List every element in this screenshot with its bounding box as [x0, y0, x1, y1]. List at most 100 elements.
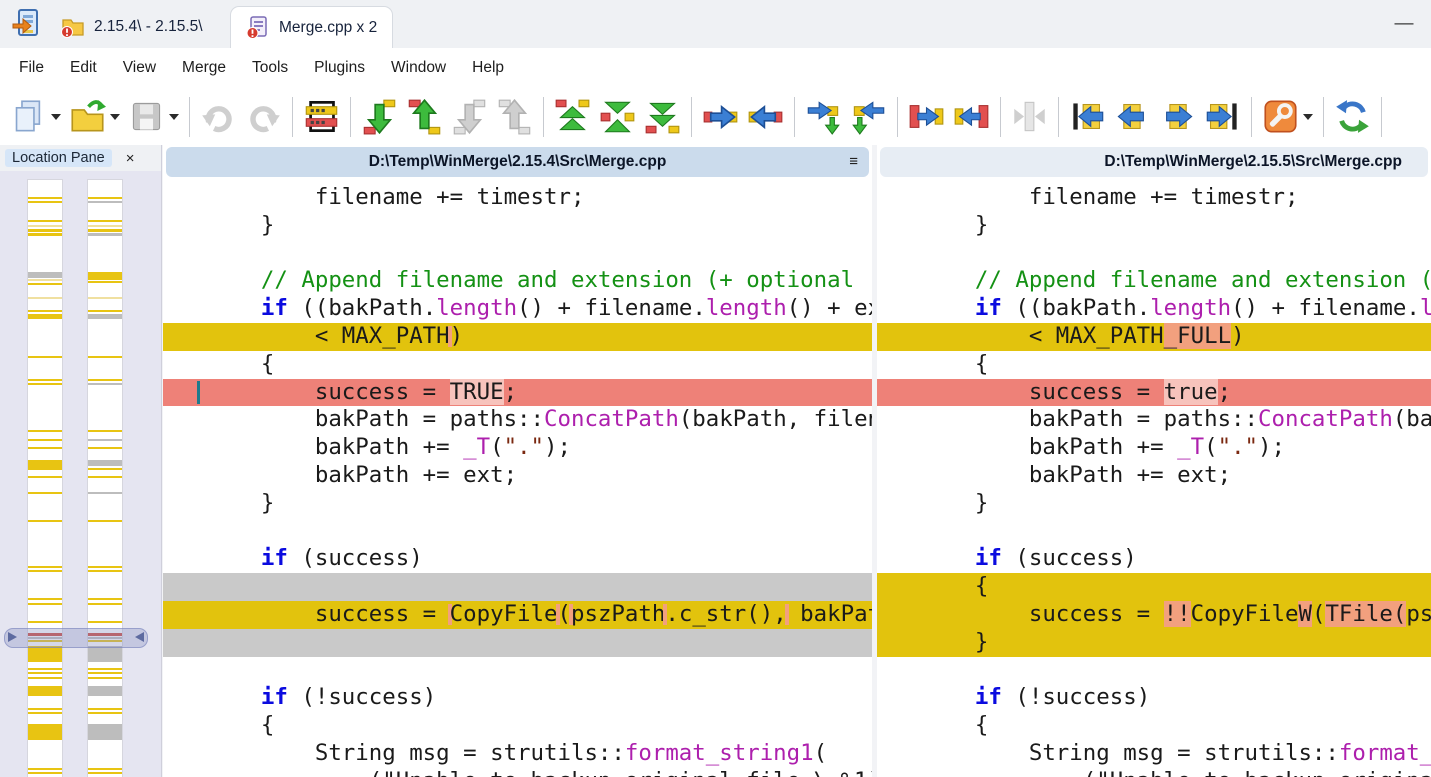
toolbar-auto-merge-button[interactable] — [1007, 92, 1052, 142]
toolbar-first-difference-button[interactable] — [550, 92, 595, 142]
last-difference-icon — [644, 98, 681, 135]
dropdown-caret-icon[interactable] — [169, 114, 179, 120]
minimize-button[interactable]: — — [1387, 10, 1421, 38]
code-segment: (success) — [288, 545, 423, 571]
diff-stripe — [28, 233, 62, 236]
code-segment — [207, 295, 261, 321]
close-icon[interactable]: × — [126, 150, 135, 167]
file-pane-left: D:\Temp\WinMerge\2.15.4\Src\Merge.cpp ≡ … — [163, 145, 872, 777]
menu-window[interactable]: Window — [378, 59, 459, 77]
menu-bar: FileEditViewMergeToolsPluginsWindowHelp — [0, 48, 1431, 88]
diff-stripe — [88, 272, 122, 280]
toolbar-refresh-button[interactable] — [1330, 92, 1375, 142]
diff-stripe — [28, 430, 62, 432]
toolbar-copy-right-button[interactable] — [698, 92, 743, 142]
location-viewport-indicator[interactable] — [4, 628, 148, 648]
code-segment: () + ext. — [787, 295, 872, 321]
open-icon — [69, 98, 106, 135]
toolbar-last-difference-button[interactable] — [640, 92, 685, 142]
dropdown-caret-icon[interactable] — [110, 114, 120, 120]
code-segment: _T — [463, 434, 490, 460]
toolbar-previous-conflict-button[interactable] — [492, 92, 537, 142]
menu-file[interactable]: File — [6, 59, 57, 77]
toolbar-next-file-button[interactable] — [1155, 92, 1200, 142]
diff-stripe — [88, 603, 122, 605]
code-line — [877, 240, 1431, 268]
code-segment: bakPath = paths:: — [207, 406, 544, 432]
diff-stripe — [88, 297, 122, 299]
toolbar-select-line-difference-button[interactable] — [299, 92, 344, 142]
code-segment: < MAX_PATH — [921, 323, 1164, 349]
code-segment: (bakPath, filenam — [679, 406, 872, 432]
toolbar-first-file-button[interactable] — [1065, 92, 1110, 142]
code-segment — [207, 545, 261, 571]
menu-help[interactable]: Help — [459, 59, 517, 77]
toolbar-copy-all-to-left-button[interactable] — [949, 92, 994, 142]
diff-stripe — [28, 447, 62, 449]
toolbar-next-difference-button[interactable] — [357, 92, 402, 142]
code-line — [163, 657, 872, 685]
undo-icon — [200, 98, 237, 135]
diff-stripe — [28, 566, 62, 568]
code-line — [163, 573, 872, 601]
code-line — [163, 240, 872, 268]
dropdown-caret-icon[interactable] — [1303, 114, 1313, 120]
toolbar-previous-file-button[interactable] — [1110, 92, 1155, 142]
menu-merge[interactable]: Merge — [169, 59, 239, 77]
toolbar-copy-left-button[interactable] — [743, 92, 788, 142]
code-line: bakPath += _T("."); — [877, 434, 1431, 462]
toolbar-copy-right-and-advance-button[interactable] — [801, 92, 846, 142]
editor-right[interactable]: filename += timestr; } // Append filenam… — [877, 184, 1431, 777]
code-line: String msg = strutils::format_string1( — [163, 740, 872, 768]
menu-tools[interactable]: Tools — [239, 59, 301, 77]
diff-stripe — [28, 672, 62, 674]
code-segment: pszPath — [571, 601, 665, 627]
save-icon — [128, 98, 165, 135]
toolbar-next-conflict-button[interactable] — [447, 92, 492, 142]
tab-folder-compare[interactable]: 2.15.4\ - 2.15.5\ — [46, 6, 218, 48]
diff-stripe — [28, 520, 62, 522]
code-line: { — [163, 351, 872, 379]
menu-plugins[interactable]: Plugins — [301, 59, 378, 77]
toolbar-save-button[interactable] — [124, 92, 183, 142]
code-segment: } — [921, 490, 988, 516]
toolbar-copy-left-and-advance-button[interactable] — [846, 92, 891, 142]
code-line: bakPath += _T("."); — [163, 434, 872, 462]
toolbar-undo-button[interactable] — [196, 92, 241, 142]
menu-view[interactable]: View — [110, 59, 169, 77]
code-segment: W — [1298, 601, 1311, 627]
first-file-icon — [1069, 98, 1106, 135]
diff-stripe — [28, 603, 62, 605]
dropdown-caret-icon[interactable] — [51, 114, 61, 120]
diff-stripe — [88, 476, 122, 478]
toolbar-open-button[interactable] — [65, 92, 124, 142]
code-segment: success = — [921, 379, 1164, 405]
header-menu-icon[interactable]: ≡ — [849, 147, 858, 177]
tab-file-compare[interactable]: Merge.cpp x 2 — [230, 6, 393, 49]
code-segment: ); — [544, 434, 571, 460]
menu-edit[interactable]: Edit — [57, 59, 110, 77]
toolbar-options-button[interactable] — [1258, 92, 1317, 142]
code-segment: (!success) — [1002, 684, 1150, 710]
code-segment: CopyFile — [450, 601, 558, 627]
code-segment: { — [921, 351, 988, 377]
diff-stripe — [28, 646, 62, 662]
code-segment: format_string1 — [1339, 740, 1431, 766]
toolbar-copy-all-to-right-button[interactable] — [904, 92, 949, 142]
toolbar-redo-button[interactable] — [241, 92, 286, 142]
next-file-icon — [1159, 98, 1196, 135]
location-column-right[interactable] — [87, 179, 123, 777]
editor-left[interactable]: filename += timestr; } // Append filenam… — [163, 184, 872, 777]
toolbar-current-difference-button[interactable] — [595, 92, 640, 142]
location-column-left[interactable] — [27, 179, 63, 777]
diff-stripe — [88, 233, 122, 236]
file-path-left: D:\Temp\WinMerge\2.15.4\Src\Merge.cpp — [369, 153, 667, 171]
file-header-right[interactable]: D:\Temp\WinMerge\2.15.5\Src\Merge.cpp — [880, 147, 1428, 177]
toolbar-previous-difference-button[interactable] — [402, 92, 447, 142]
diff-stripe — [88, 492, 122, 494]
diff-stripe — [88, 724, 122, 740]
location-pane-title: Location Pane — [5, 149, 112, 167]
file-header-left[interactable]: D:\Temp\WinMerge\2.15.4\Src\Merge.cpp ≡ — [166, 147, 869, 177]
toolbar-new-button[interactable] — [6, 92, 65, 142]
toolbar-last-file-button[interactable] — [1200, 92, 1245, 142]
